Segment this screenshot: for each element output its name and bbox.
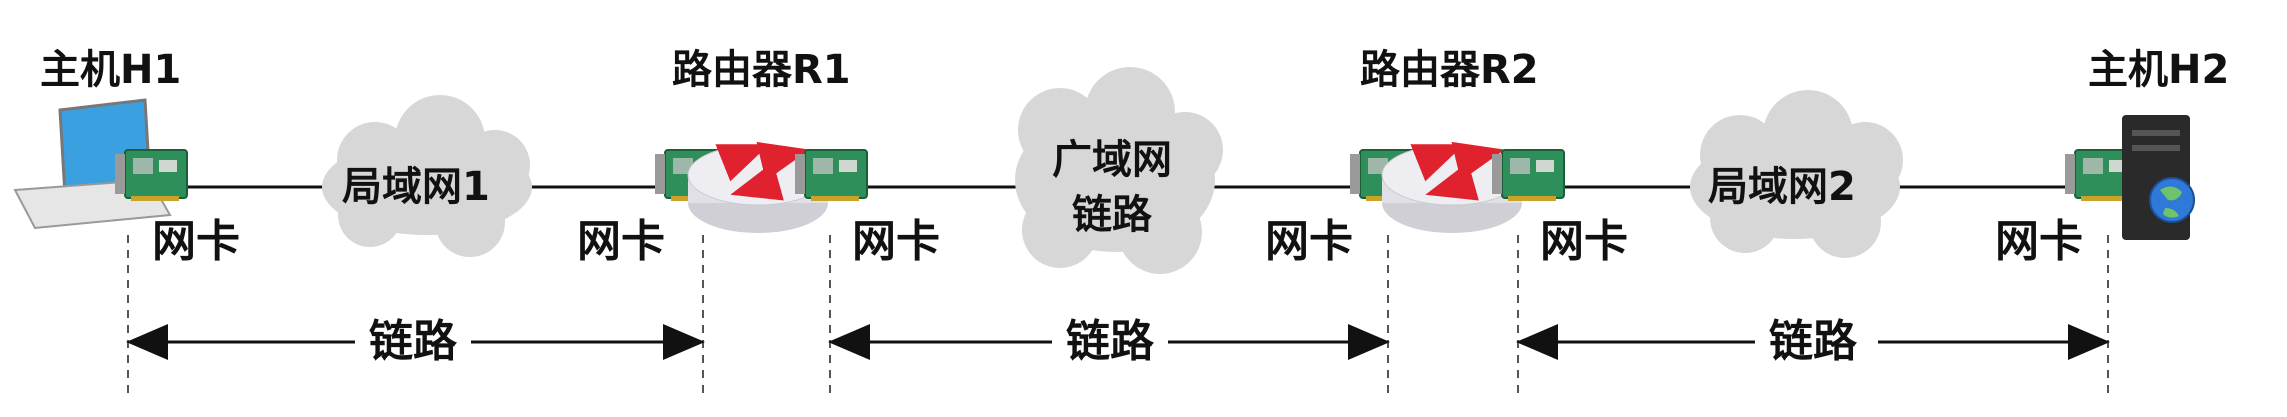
server-icon [2122, 115, 2195, 240]
nic-label: 网卡 [852, 216, 940, 267]
nic-card-icon [794, 149, 868, 202]
cloud-label-wan-line1: 广域网 [1052, 137, 1172, 183]
node-title-h2: 主机H2 [2088, 47, 2230, 93]
cloud-label-lan1: 局域网1 [342, 164, 490, 210]
nic-label: 网卡 [1540, 216, 1628, 267]
nic-label: 网卡 [577, 216, 665, 267]
nic-label: 网卡 [152, 216, 240, 267]
boundary-lines [127, 235, 2109, 395]
link-label: 链路 [1755, 320, 1871, 364]
node-title-h1: 主机H1 [40, 47, 182, 93]
network-diagram: 主机H1 路由器R1 路由器R2 主机H2 局域网1 广域网 链路 局域网2 网… [0, 0, 2287, 417]
link-label: 链路 [355, 320, 471, 364]
cloud-label-lan2: 局域网2 [1708, 164, 1856, 210]
link-label: 链路 [1052, 320, 1168, 364]
nic-label: 网卡 [1995, 216, 2083, 267]
cloud-label-wan-line2: 链路 [1072, 192, 1152, 238]
node-title-r1: 路由器R1 [672, 47, 851, 93]
nic-card-icon [114, 149, 188, 202]
nic-label: 网卡 [1265, 216, 1353, 267]
nic-card-icon [1491, 149, 1565, 202]
node-title-r2: 路由器R2 [1360, 47, 1539, 93]
